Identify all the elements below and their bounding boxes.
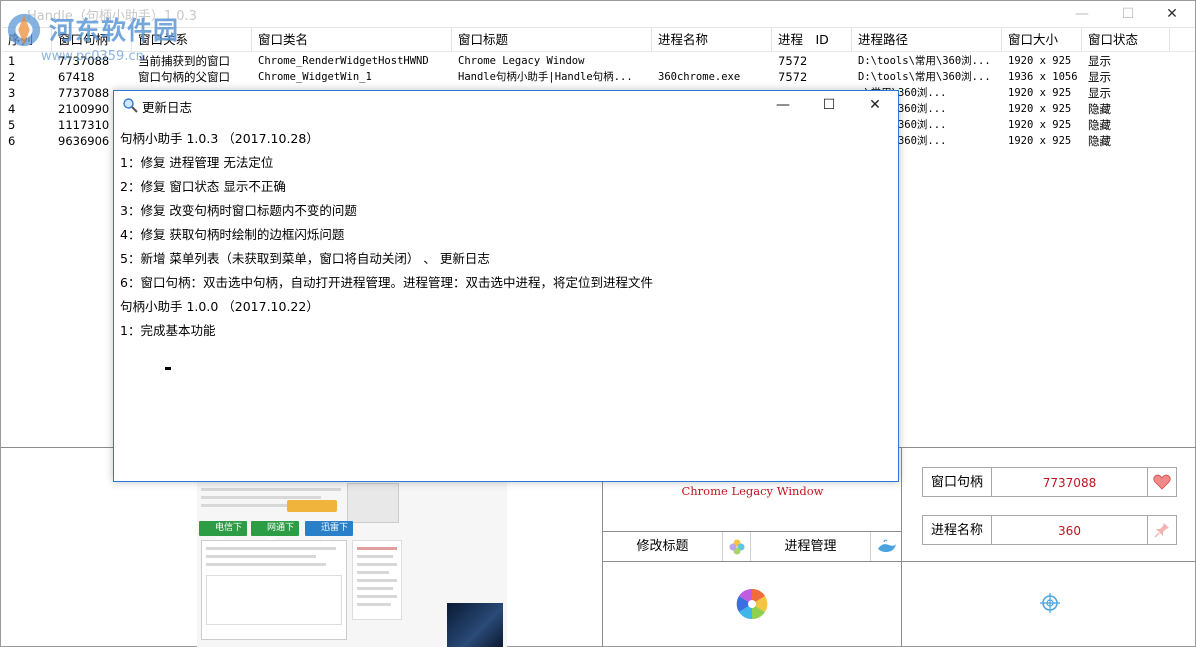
text-cursor [165, 367, 171, 370]
table-cell-relation: 当前捕获到的窗口 [138, 54, 230, 68]
flower-icon[interactable] [723, 532, 751, 561]
watermark-text: 河东软件园 [49, 16, 180, 45]
handle-value[interactable]: 7737088 [992, 467, 1147, 497]
table-row[interactable]: 2 67418 窗口句柄的父窗口 Chrome_WidgetWin_1 Handle句柄… [2, 69, 1195, 85]
preview-image [347, 483, 399, 523]
maximize-button[interactable]: ☐ [1105, 1, 1151, 27]
divider [602, 561, 1196, 562]
minimize-button[interactable]: — [1059, 1, 1105, 27]
table-cell-state: 显示 [1088, 54, 1111, 68]
column-header[interactable]: 进程 ID [772, 28, 852, 52]
table-cell-seq: 2 [8, 70, 16, 84]
watermark-url: www.pc0359.cn [41, 49, 144, 64]
column-header[interactable]: 窗口大小 [1002, 28, 1082, 52]
magnifier-icon [123, 98, 138, 113]
table-cell-size: 1920 x 925 [1008, 135, 1072, 147]
dialog-maximize-button[interactable]: ☐ [806, 91, 852, 119]
dialog-minimize-button[interactable]: — [760, 91, 806, 119]
log-line: 5：新增 菜单列表（未获取到菜单，窗口将自动关闭） 、 更新日志 [120, 251, 490, 266]
log-line: 1：修复 进程管理 无法定位 [120, 155, 274, 170]
table-cell-state: 显示 [1088, 86, 1111, 100]
heart-icon[interactable] [1147, 467, 1177, 497]
table-cell-size: 1920 x 925 [1008, 55, 1072, 67]
column-header[interactable]: 进程路径 [852, 28, 1002, 52]
table-cell-seq: 3 [8, 86, 16, 100]
table-cell-class: Chrome_RenderWidgetHostHWND [258, 55, 429, 67]
preview-text [201, 504, 291, 507]
log-line: 4：修复 获取句柄时绘制的边框闪烁问题 [120, 227, 345, 242]
preview-netcom-download: 网通下载 [251, 521, 299, 548]
table-cell-size: 1920 x 925 [1008, 119, 1072, 131]
whale-icon[interactable] [873, 532, 901, 561]
log-line: 句柄小助手 1.0.0 （2017.10.22） [120, 299, 319, 314]
table-cell-path: D:\tools\常用\360浏... [858, 71, 991, 83]
watermark-logo-icon [7, 13, 41, 47]
modify-title-button[interactable]: 修改标题 [603, 532, 723, 561]
log-line: 3：修复 改变句柄时窗口标题内不变的问题 [120, 203, 357, 218]
table-cell-seq: 4 [8, 102, 16, 116]
handle-label: 窗口句柄 [922, 467, 992, 497]
column-header[interactable]: 窗口标题 [452, 28, 652, 52]
table-cell-title: Handle句柄小助手|Handle句柄... [458, 71, 633, 83]
table-cell-seq: 5 [8, 118, 16, 132]
preview-text [201, 496, 321, 499]
dialog-titlebar[interactable]: 更新日志 — ☐ ✕ [114, 91, 898, 119]
update-log-dialog: 更新日志 — ☐ ✕ 句柄小助手 1.0.3 （2017.10.28） 1：修复 … [113, 90, 899, 482]
table-cell-seq: 6 [8, 134, 16, 148]
log-line: 1：完成基本功能 [120, 323, 216, 338]
table-cell-title: Chrome Legacy Window [458, 55, 585, 67]
preview-content-box [201, 540, 347, 640]
table-cell-size: 1920 x 925 [1008, 87, 1072, 99]
capture-pinwheel-icon[interactable] [735, 587, 769, 621]
preview-banner [287, 500, 337, 512]
table-cell-size: 1920 x 925 [1008, 103, 1072, 115]
column-header[interactable]: 进程名称 [652, 28, 772, 52]
preview-telecom-download: 电信下载 [199, 521, 247, 548]
process-name-value[interactable]: 360 [992, 515, 1147, 545]
table-cell-handle: 67418 [58, 70, 95, 84]
window-title-value: Chrome Legacy Window [681, 484, 824, 498]
table-cell-pid: 7572 [778, 54, 808, 68]
column-header[interactable]: 窗口类名 [252, 28, 452, 52]
pin-icon[interactable] [1147, 515, 1177, 545]
table-cell-pid: 7572 [778, 70, 808, 84]
list-header: 序列 窗口句柄 窗口关系 窗口类名 窗口标题 进程名称 进程 ID 进程路径 窗… [2, 28, 1195, 52]
preview-text [201, 488, 341, 491]
table-cell-process [652, 53, 772, 69]
table-cell-state: 隐藏 [1088, 118, 1111, 132]
dialog-title: 更新日志 [142, 100, 193, 115]
preview-game-thumbnail [447, 603, 503, 647]
dialog-close-button[interactable]: ✕ [852, 91, 898, 119]
process-manage-button[interactable]: 进程管理 [751, 532, 871, 561]
main-titlebar: Handle（句柄小助手）1.0.3 — ☐ ✕ [1, 1, 1195, 27]
log-line: 2：修复 窗口状态 显示不正确 [120, 179, 286, 194]
log-line: 6：窗口句柄：双击选中句柄，自动打开进程管理。进程管理：双击选中进程，将定位到进… [120, 275, 653, 290]
table-cell-class: Chrome_WidgetWin_1 [258, 71, 372, 83]
divider [901, 447, 902, 647]
process-name-label: 进程名称 [922, 515, 992, 545]
table-cell-path: D:\tools\常用\360浏... [858, 55, 991, 67]
table-cell-state: 隐藏 [1088, 134, 1111, 148]
preview-thunder-download: 迅雷下载 [305, 521, 353, 548]
column-header[interactable]: 窗口状态 [1082, 28, 1170, 52]
table-cell-size: 1936 x 1056 [1008, 71, 1078, 83]
table-cell-state: 显示 [1088, 70, 1111, 84]
table-cell-process: 360chrome.exe [658, 71, 741, 83]
preview-sidebar [352, 540, 402, 620]
close-button[interactable]: ✕ [1149, 1, 1195, 27]
table-cell-relation: 窗口句柄的父窗口 [138, 70, 230, 84]
crosshair-target-icon[interactable] [1040, 593, 1060, 613]
table-cell-state: 隐藏 [1088, 102, 1111, 116]
log-line: 句柄小助手 1.0.3 （2017.10.28） [120, 131, 319, 146]
table-row[interactable]: 1 7737088 当前捕获到的窗口 Chrome_RenderWidgetHostH… [2, 53, 1195, 69]
